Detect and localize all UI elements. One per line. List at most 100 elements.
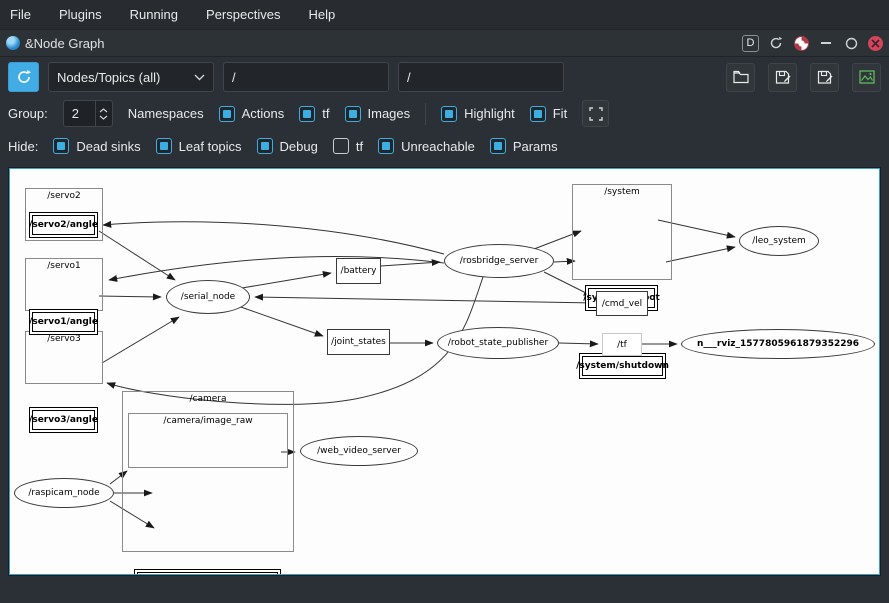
graph-toolbar: Nodes/Topics (all) <box>0 57 889 97</box>
menu-plugins[interactable]: Plugins <box>59 7 102 22</box>
graph-type-value: Nodes/Topics (all) <box>57 70 188 85</box>
image-icon <box>859 70 875 84</box>
namespaces-label: Namespaces <box>128 106 204 121</box>
spin-up-icon[interactable] <box>99 108 108 113</box>
dock-title: &Node Graph <box>25 36 742 51</box>
save-edit-icon <box>775 70 791 85</box>
topic-filter-input[interactable] <box>398 62 564 92</box>
edge-cmd-vel-to-serial-node <box>255 297 596 303</box>
actions-label: Actions <box>242 106 285 121</box>
save-edit-icon <box>817 70 833 85</box>
edge-robot-state-publisher-to-tf <box>559 343 598 344</box>
checkbox-images[interactable] <box>345 106 361 122</box>
node-graph-app-icon <box>6 36 20 50</box>
images-label: Images <box>368 106 411 121</box>
edge-servo2-angle-to-serial-node <box>99 231 175 280</box>
menu-file[interactable]: File <box>10 7 31 22</box>
node-rviz[interactable]: n___rviz_1577805961879352296 <box>681 329 875 359</box>
topic-joint-states[interactable]: /joint_states <box>327 329 390 355</box>
edge-rosbridge-to-servo1-angle <box>109 257 444 280</box>
topic-camera-image-raw-compressed[interactable]: /camera/image_raw/compressed <box>134 569 281 575</box>
open-file-button[interactable] <box>726 63 755 92</box>
namespace-label: /servo1 <box>26 261 102 271</box>
close-button[interactable] <box>868 36 883 51</box>
group-tf-label: tf <box>322 106 329 121</box>
hide-tf-label: tf <box>356 139 363 154</box>
group-options-row: Group: 2 Namespaces Actions tf Images Hi… <box>0 97 889 130</box>
graph-canvas-frame: /servo2 /servo1 /servo3 /system /camera … <box>8 167 881 576</box>
edge-battery-to-rosbridge <box>381 262 440 266</box>
edge-serial-node-to-battery <box>242 273 331 288</box>
namespace-label: /system <box>573 187 671 197</box>
checkbox-unreachable[interactable] <box>378 138 394 154</box>
hide-label: Hide: <box>8 139 38 154</box>
menu-running[interactable]: Running <box>130 7 178 22</box>
refresh-graph-button[interactable] <box>8 62 39 92</box>
namespace-box-camera-image-raw[interactable]: /camera/image_raw <box>128 413 288 468</box>
checkbox-debug[interactable] <box>257 138 273 154</box>
fit-in-view-button[interactable] <box>582 100 609 127</box>
namespace-box-servo1[interactable]: /servo1 <box>25 258 103 311</box>
fit-view-icon <box>589 107 603 121</box>
leaf-topics-label: Leaf topics <box>179 139 242 154</box>
node-leo-system[interactable]: /leo_system <box>739 226 819 256</box>
node-rosbridge-server[interactable]: /rosbridge_server <box>444 244 554 278</box>
namespace-box-servo3[interactable]: /servo3 <box>25 331 103 384</box>
checkbox-group-tf[interactable] <box>299 106 315 122</box>
menu-help[interactable]: Help <box>308 7 335 22</box>
checkbox-leaf-topics[interactable] <box>156 138 172 154</box>
namespace-label: /servo3 <box>26 334 102 344</box>
save-dot-button[interactable] <box>768 63 797 92</box>
fit-label: Fit <box>553 106 567 121</box>
node-raspicam-node[interactable]: /raspicam_node <box>14 478 114 508</box>
node-filter-input[interactable] <box>223 62 389 92</box>
node-robot-state-publisher[interactable]: /robot_state_publisher <box>437 327 559 359</box>
checkbox-highlight[interactable] <box>441 106 457 122</box>
help-buoy-icon[interactable] <box>793 35 809 51</box>
group-spinner[interactable]: 2 <box>63 100 113 127</box>
checkbox-hide-tf[interactable] <box>333 138 349 154</box>
topic-servo2-angle[interactable]: /servo2/angle <box>29 212 98 238</box>
namespace-label: /servo2 <box>26 191 102 201</box>
topic-battery[interactable]: /battery <box>336 258 381 284</box>
checkbox-params[interactable] <box>490 138 506 154</box>
edge-servo3-angle-to-serial-node <box>102 317 179 363</box>
edge-system-shutdown-to-leo-system <box>666 247 735 262</box>
edge-serial-node-to-joint-states <box>238 306 323 336</box>
node-web-video-server[interactable]: /web_video_server <box>300 436 418 466</box>
checkbox-dead-sinks[interactable] <box>53 138 69 154</box>
unreachable-label: Unreachable <box>401 139 475 154</box>
topic-servo3-angle[interactable]: /servo3/angle <box>29 407 98 433</box>
menu-bar: File Plugins Running Perspectives Help <box>0 0 889 30</box>
params-label: Params <box>513 139 558 154</box>
topic-servo1-angle[interactable]: /servo1/angle <box>29 309 98 335</box>
save-image-button[interactable] <box>852 63 881 92</box>
toolbar-separator <box>425 103 426 125</box>
detach-button[interactable]: D <box>742 35 759 52</box>
highlight-label: Highlight <box>464 106 515 121</box>
group-value: 2 <box>64 106 95 121</box>
group-label: Group: <box>8 106 48 121</box>
hide-options-row: Hide: Dead sinks Leaf topics Debug tf Un… <box>0 130 889 162</box>
node-serial-node[interactable]: /serial_node <box>166 280 250 314</box>
status-bar <box>0 576 889 598</box>
checkbox-actions[interactable] <box>219 106 235 122</box>
graph-canvas[interactable]: /servo2 /servo1 /servo3 /system /camera … <box>9 168 880 575</box>
topic-tf[interactable]: /tf <box>602 333 642 356</box>
checkbox-fit[interactable] <box>530 106 546 122</box>
graph-type-select[interactable]: Nodes/Topics (all) <box>48 62 214 92</box>
minimize-button[interactable] <box>818 35 834 51</box>
dock-title-bar: &Node Graph D <box>0 30 889 57</box>
edge-rosbridge-to-servo2-angle <box>103 222 444 254</box>
save-svg-button[interactable] <box>810 63 839 92</box>
namespace-label: /camera <box>123 394 293 404</box>
chevron-down-icon <box>194 74 205 81</box>
maximize-button[interactable] <box>843 35 859 51</box>
menu-perspectives[interactable]: Perspectives <box>206 7 280 22</box>
folder-icon <box>733 70 749 84</box>
topic-cmd-vel[interactable]: /cmd_vel <box>596 291 648 316</box>
reload-icon[interactable] <box>768 35 784 51</box>
spin-down-icon[interactable] <box>99 115 108 120</box>
topic-system-shutdown[interactable]: /system/shutdown <box>579 353 666 379</box>
namespace-box-system[interactable]: /system <box>572 184 672 280</box>
